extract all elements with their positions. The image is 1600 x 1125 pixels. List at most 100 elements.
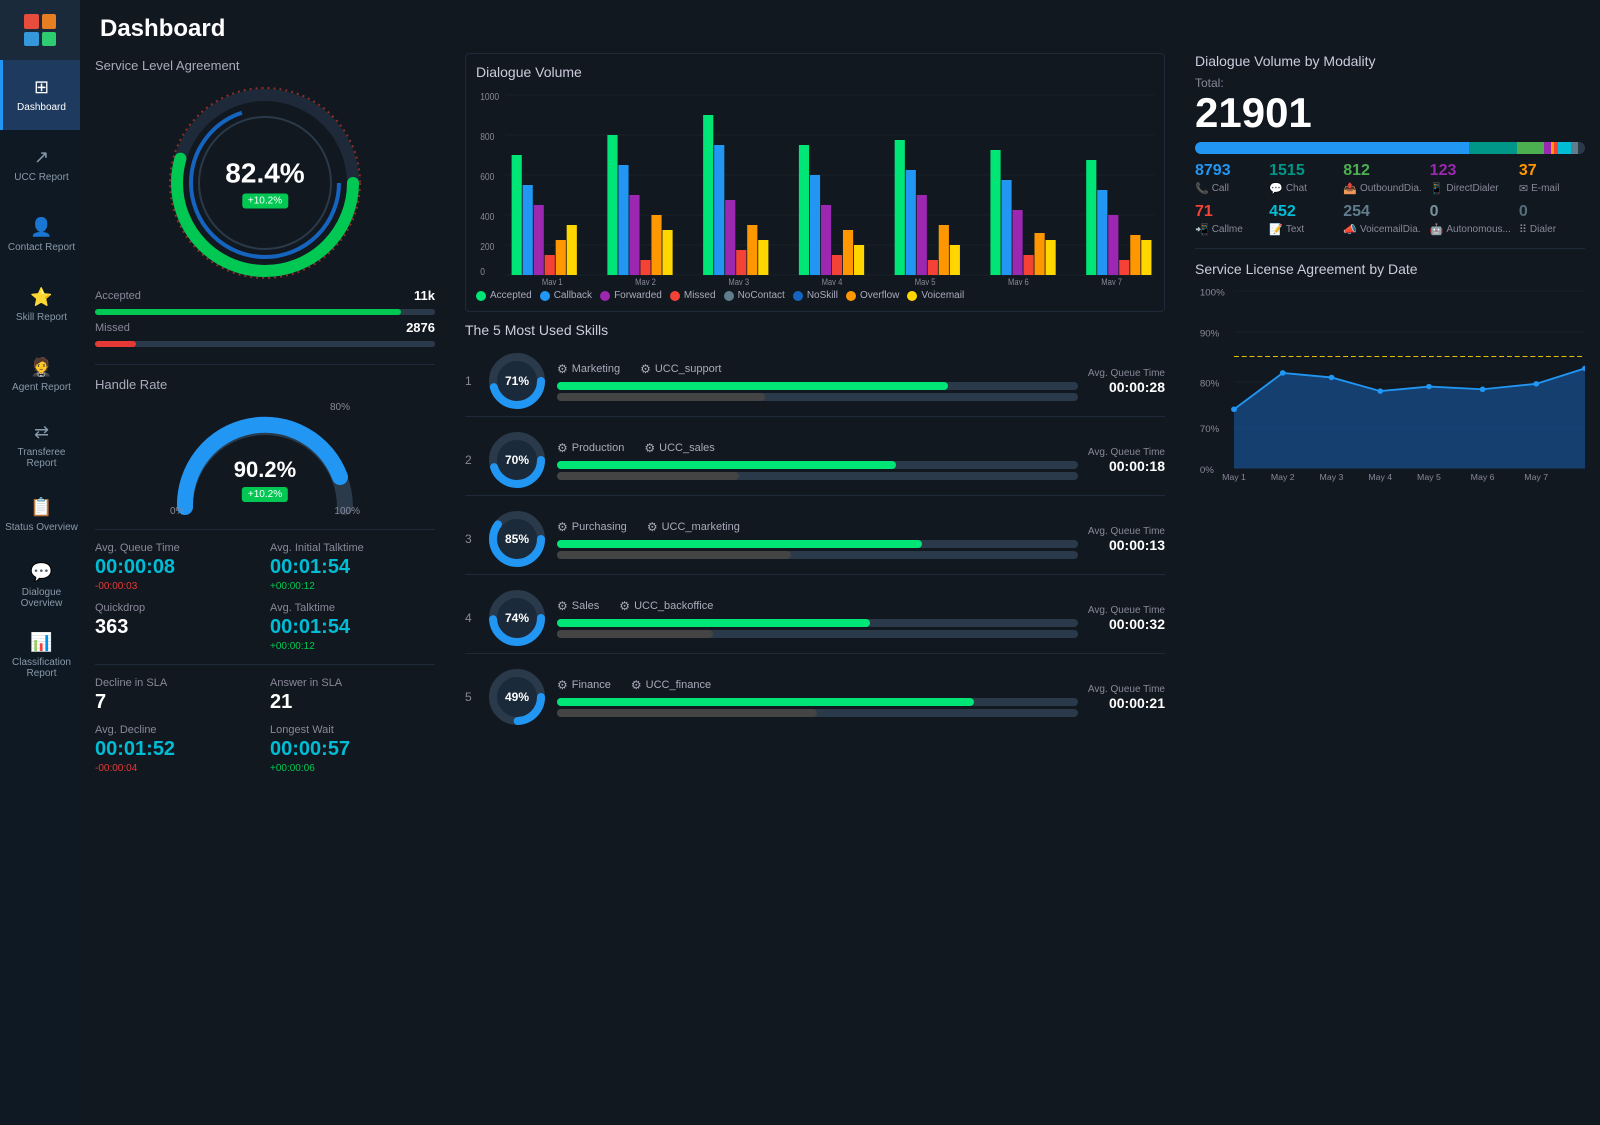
sidebar-item-ucc-report[interactable]: ↗ UCC Report: [0, 130, 80, 200]
skill-bar-3: [557, 540, 922, 548]
skill-row-3: 3 85% ⚙Purchasing ⚙UCC_marketing: [465, 504, 1165, 575]
sla-line-chart: 100% 90% 80% 70% 0%: [1195, 282, 1585, 482]
missed-bar: [95, 341, 136, 347]
sidebar-item-transferee-report[interactable]: ⇄ Transferee Report: [0, 410, 80, 480]
sidebar-item-dialogue-overview[interactable]: 💬 Dialogue Overview: [0, 550, 80, 620]
svg-text:May 2: May 2: [635, 276, 656, 285]
longest-wait-item: Longest Wait 00:00:57 +00:00:06: [270, 724, 435, 774]
sidebar-item-contact-report[interactable]: 👤 Contact Report: [0, 200, 80, 270]
modality-total-value: 21901: [1195, 92, 1585, 134]
skill-bar-dark-2: [557, 472, 739, 480]
skill-time-label-4: Avg. Queue Time: [1088, 605, 1165, 616]
modality-section: Dialogue Volume by Modality Total: 21901: [1195, 53, 1585, 236]
modality-grid: 8793 📞Call 1515 💬Chat 812 📤OutboundDia. …: [1195, 162, 1585, 236]
sidebar-item-skill-report[interactable]: ⭐ Skill Report: [0, 270, 80, 340]
logo-sq-orange: [42, 14, 57, 29]
sidebar-item-classification-report[interactable]: 📊 Classification Report: [0, 620, 80, 690]
svg-text:100%: 100%: [1200, 287, 1226, 298]
main-content: Dashboard Service Level Agreement: [80, 0, 1600, 1125]
legend-forwarded: Forwarded: [600, 290, 662, 301]
sidebar-label-status: Status Overview: [5, 522, 78, 533]
skill-name-marketing: ⚙Marketing: [557, 362, 620, 376]
skill-name-purchasing: ⚙Purchasing: [557, 520, 627, 534]
skill-name-ucc-support: ⚙UCC_support: [640, 362, 721, 376]
avg-talktime-item: Avg. Talktime 00:01:54 +00:00:12: [270, 602, 435, 652]
quickdrop-item: Quickdrop 363: [95, 602, 260, 652]
mb-direct: [1544, 142, 1551, 154]
avg-queue-time-delta: -00:00:03: [95, 581, 260, 592]
metrics-grid-2: Decline in SLA 7 Answer in SLA 21 Avg. D…: [95, 677, 435, 774]
skill-bar-bg-5: [557, 698, 1078, 706]
svg-text:200: 200: [480, 241, 494, 252]
svg-text:400: 400: [480, 211, 494, 222]
svg-text:May 1: May 1: [542, 276, 563, 285]
sla-by-date-section: Service License Agreement by Date 100% 9…: [1195, 261, 1585, 1120]
skill-names-1: ⚙Marketing ⚙UCC_support: [557, 362, 1078, 376]
skill-bar-dark-bg-5: [557, 709, 1078, 717]
skill-bar-dark-bg-2: [557, 472, 1078, 480]
skill-bar-dark-bg-4: [557, 630, 1078, 638]
legend-label-missed: Missed: [684, 290, 716, 301]
skill-bar-bg-3: [557, 540, 1078, 548]
modality-voicemail: 254 📣VoicemailDia.: [1343, 203, 1421, 236]
modality-bar: [1195, 142, 1585, 154]
legend-nocontact: NoContact: [724, 290, 785, 301]
modality-total-label: Total:: [1195, 76, 1224, 90]
handle-rate-title: Handle Rate: [95, 377, 435, 392]
status-icon: 📋: [30, 497, 52, 518]
svg-text:70%: 70%: [1200, 423, 1220, 434]
contact-report-icon: 👤: [30, 217, 52, 238]
divider-1: [95, 364, 435, 365]
divider-2: [95, 529, 435, 530]
skill-info-3: ⚙Purchasing ⚙UCC_marketing: [557, 520, 1078, 559]
skill-time-2: Avg. Queue Time 00:00:18: [1088, 447, 1165, 474]
sidebar-item-dashboard[interactable]: ⊞ Dashboard: [0, 60, 80, 130]
modality-email-val: 37: [1519, 162, 1585, 180]
svg-text:800: 800: [480, 131, 494, 142]
sla-by-date-title: Service License Agreement by Date: [1195, 261, 1585, 277]
avg-decline-delta: -00:00:04: [95, 763, 260, 774]
missed-row: Missed 2876: [95, 320, 435, 335]
chart-legend: Accepted Callback Forwarded Missed: [476, 290, 1154, 301]
legend-noskill: NoSkill: [793, 290, 838, 301]
skill-bar-1: [557, 382, 948, 390]
skill-info-5: ⚙Finance ⚙UCC_finance: [557, 678, 1078, 717]
avg-decline-label: Avg. Decline: [95, 724, 260, 736]
skills-title: The 5 Most Used Skills: [465, 322, 1165, 338]
skill-row-5: 5 49% ⚙Finance ⚙UCC_finance: [465, 662, 1165, 732]
mb-text: [1558, 142, 1572, 154]
svg-text:May 2: May 2: [1271, 472, 1295, 482]
missed-bar-bg: [95, 341, 435, 347]
skill-num-5: 5: [465, 690, 477, 704]
sla-section: Service Level Agreement: [95, 58, 435, 352]
missed-stat: Missed 2876: [95, 320, 435, 347]
modality-email: 37 ✉E-mail: [1519, 162, 1585, 195]
mb-outbound: [1517, 142, 1544, 154]
divider-right: [1195, 248, 1585, 249]
modality-outbound-val: 812: [1343, 162, 1421, 180]
right-panel: Dialogue Volume by Modality Total: 21901: [1180, 48, 1600, 1125]
sidebar-label-contact: Contact Report: [8, 242, 75, 253]
left-panel: Service Level Agreement: [80, 48, 450, 1125]
legend-dot-voicemail: [907, 291, 917, 301]
skill-report-icon: ⭐: [30, 287, 52, 308]
skill-pct-4: 74%: [505, 611, 529, 625]
avg-initial-talktime-value: 00:01:54: [270, 556, 435, 579]
legend-dot-forwarded: [600, 291, 610, 301]
modality-total-row: Total: 21901: [1195, 74, 1585, 134]
skill-time-label-2: Avg. Queue Time: [1088, 447, 1165, 458]
sidebar-item-agent-report[interactable]: 🤵 Agent Report: [0, 340, 80, 410]
dashboard-icon: ⊞: [34, 77, 49, 98]
divider-3: [95, 664, 435, 665]
skill-bar-dark-4: [557, 630, 713, 638]
handle-gauge-wrap: 80% 90.2% +10.2% 0% 100%: [165, 397, 365, 517]
sla-badge: +10.2%: [242, 194, 288, 209]
skill-time-value-3: 00:00:13: [1088, 537, 1165, 553]
skill-num-4: 4: [465, 611, 477, 625]
accepted-bar-bg: [95, 309, 435, 315]
dialogue-volume-area: 1000 800 600 400 200 0: [476, 85, 1154, 285]
skill-time-value-5: 00:00:21: [1088, 695, 1165, 711]
sidebar-item-status-overview[interactable]: 📋 Status Overview: [0, 480, 80, 550]
metrics-grid-1: Avg. Queue Time 00:00:08 -00:00:03 Avg. …: [95, 542, 435, 652]
mb-call: [1195, 142, 1469, 154]
